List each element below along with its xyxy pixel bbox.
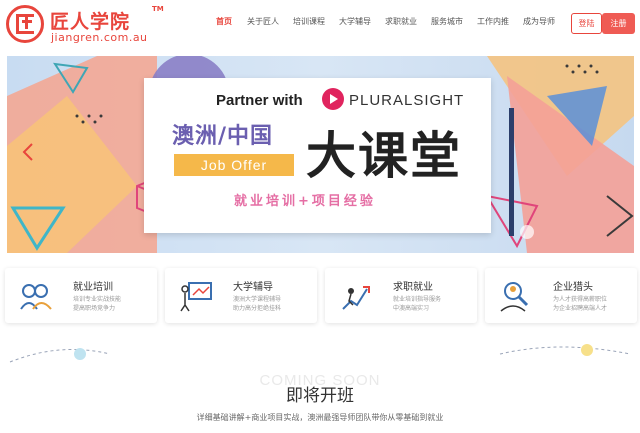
feature-title: 就业培训 <box>73 282 113 293</box>
climbing-icon <box>342 286 370 310</box>
feature-card-jobs[interactable]: 求职就业 就业培训指导服务 中澳高端实习 <box>325 268 477 323</box>
partner-brand: PLURALSIGHT <box>349 92 465 109</box>
main-nav: 首页 关于匠人 培训课程 大学辅导 求职就业 服务城市 工作内推 成为导师 <box>216 16 563 32</box>
nav-item-courses[interactable]: 培训课程 <box>293 16 339 32</box>
feature-title: 大学辅导 <box>233 282 273 293</box>
feature-card-headhunter[interactable]: 企业猎头 为人才获得高薪职位 为企业招聘高端人才 <box>485 268 637 323</box>
logo-title: 匠人学院 <box>50 11 131 33</box>
feature-cards: 就业培训 培训专业实战技能 提高职场竞争力 大学辅导 澳洲大学课程辅导 助力高分… <box>3 268 637 324</box>
banner-region: 澳洲/中国 <box>172 124 274 149</box>
nav-item-about[interactable]: 关于匠人 <box>247 16 293 32</box>
register-button[interactable]: 注册 <box>602 13 635 34</box>
chevron-left-icon[interactable] <box>21 142 35 162</box>
nav-item-home[interactable]: 首页 <box>216 16 247 32</box>
logo[interactable]: 匠人学院 TM jiangren.com.au <box>6 5 164 45</box>
feature-title: 企业猎头 <box>553 282 593 293</box>
trademark-mark: TM <box>152 5 164 13</box>
pluralsight-icon <box>322 88 344 110</box>
feature-desc: 培训专业实战技能 提高职场竞争力 <box>73 296 122 312</box>
section-title: 即将开班 <box>286 386 354 406</box>
nav-item-cities[interactable]: 服务城市 <box>431 16 477 32</box>
feature-desc: 澳洲大学课程辅导 助力高分拒绝挂科 <box>233 296 282 312</box>
presentation-icon <box>180 282 212 312</box>
feature-title: 求职就业 <box>393 282 433 293</box>
banner-subtitle: 就业培训+项目经验 <box>234 194 376 209</box>
partner-text: Partner with <box>216 92 303 109</box>
feature-desc: 就业培训指导服务 中澳高端实习 <box>393 296 442 312</box>
card-accent-bar <box>509 108 514 236</box>
feature-card-university[interactable]: 大学辅导 澳洲大学课程辅导 助力高分拒绝挂科 <box>165 268 317 323</box>
nav-item-jobs[interactable]: 求职就业 <box>385 16 431 32</box>
logo-domain: jiangren.com.au <box>51 31 148 44</box>
banner-title: 大课堂 <box>306 127 462 185</box>
people-icon <box>20 284 52 310</box>
feature-desc: 为人才获得高薪职位 为企业招聘高端人才 <box>553 296 608 312</box>
header: 匠人学院 TM jiangren.com.au 首页 关于匠人 培训课程 大学辅… <box>0 0 640 48</box>
banner-card: Partner with PLURALSIGHT 澳洲/中国 Job Offer… <box>144 78 514 236</box>
headhunter-icon <box>500 282 529 312</box>
nav-item-mentor[interactable]: 成为导师 <box>523 16 563 32</box>
nav-item-university[interactable]: 大学辅导 <box>339 16 385 32</box>
logo-icon <box>6 5 44 43</box>
job-offer-badge: Job Offer <box>174 154 294 176</box>
nav-item-referral[interactable]: 工作内推 <box>477 16 523 32</box>
wave-decoration <box>9 344 631 363</box>
hero-banner[interactable]: Partner with PLURALSIGHT 澳洲/中国 Job Offer… <box>7 56 634 253</box>
section-desc: 详细基础讲解+商业项目实战，澳洲最强导师团队带你从零基础到就业 <box>196 413 444 422</box>
login-button[interactable]: 登陆 <box>571 13 602 34</box>
feature-card-training[interactable]: 就业培训 培训专业实战技能 提高职场竞争力 <box>5 268 157 323</box>
